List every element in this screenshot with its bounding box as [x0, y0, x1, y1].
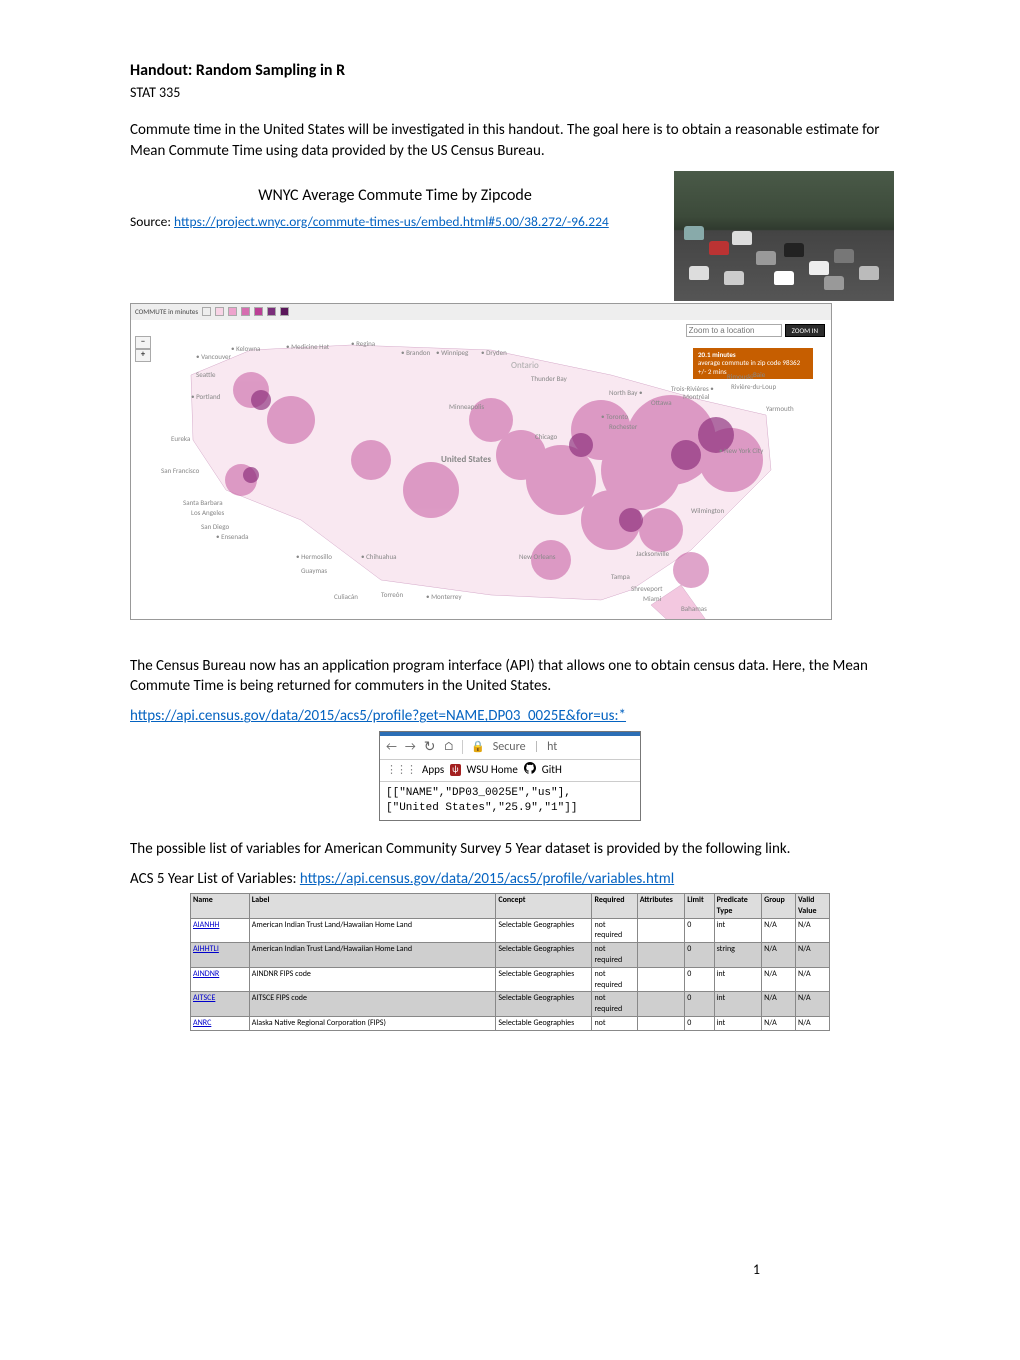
- table-row: AITSCE AITSCE FIPS codeSelectable Geograp…: [191, 992, 830, 1017]
- var-required: not required: [592, 943, 637, 968]
- var-limit: 0: [685, 918, 714, 943]
- var-group: N/A: [762, 992, 796, 1017]
- table-row: AINDNR AINDNR FIPS codeSelectable Geograp…: [191, 967, 830, 992]
- th-concept: Concept: [496, 894, 592, 919]
- var-attributes: [637, 1016, 685, 1030]
- map-section-title: WNYC Average Commute Time by Zipcode: [165, 185, 625, 207]
- apps-label: Apps: [422, 763, 444, 778]
- var-group: N/A: [762, 967, 796, 992]
- commute-map[interactable]: COMMUTE in minutes − + ZOOM IN: [130, 303, 832, 620]
- var-label: American Indian Trust Land/Hawaiian Home…: [249, 918, 496, 943]
- url-fragment: ht: [547, 739, 557, 755]
- th-predicate-type: Predicate Type: [714, 894, 762, 919]
- var-name-link[interactable]: AITSCE: [193, 993, 215, 1003]
- th-attributes: Attributes: [637, 894, 685, 919]
- lock-icon: 🔒: [471, 740, 485, 755]
- table-row: ANRC Alaska Native Regional Corporation (…: [191, 1016, 830, 1030]
- var-concept: Selectable Geographies: [496, 918, 592, 943]
- var-valid: N/A: [796, 992, 830, 1017]
- var-limit: 0: [685, 992, 714, 1017]
- var-attributes: [637, 992, 685, 1017]
- table-header-row: Name Label Concept Required Attributes L…: [191, 894, 830, 919]
- secure-label: Secure: [493, 739, 526, 755]
- home-icon[interactable]: ⌂: [443, 739, 454, 755]
- traffic-photo: [674, 171, 894, 301]
- github-bookmark-label[interactable]: GitH: [542, 763, 562, 778]
- variables-table: Name Label Concept Required Attributes L…: [190, 893, 830, 1031]
- var-valid: N/A: [796, 1016, 830, 1030]
- apps-grid-icon[interactable]: ⋮⋮⋮: [386, 763, 416, 778]
- var-required: not: [592, 1016, 637, 1030]
- var-name-link[interactable]: AIANHH: [193, 920, 219, 930]
- var-label: AINDNR FIPS code: [249, 967, 496, 992]
- th-name: Name: [191, 894, 250, 919]
- api-paragraph: The Census Bureau now has an application…: [130, 656, 890, 697]
- page-title: Handout: Random Sampling in R: [130, 60, 890, 82]
- var-concept: Selectable Geographies: [496, 1016, 592, 1030]
- source-label: Source:: [130, 213, 174, 230]
- var-attributes: [637, 967, 685, 992]
- github-icon[interactable]: [524, 762, 536, 779]
- var-name-link[interactable]: AINDNR: [193, 969, 219, 979]
- back-arrow-icon[interactable]: ←: [386, 739, 397, 755]
- var-name-link[interactable]: AIHHTLI: [193, 944, 219, 954]
- var-attributes: [637, 943, 685, 968]
- var-required: not required: [592, 992, 637, 1017]
- var-predicate-type: int: [714, 992, 762, 1017]
- table-row: AIANHH American Indian Trust Land/Hawaiia…: [191, 918, 830, 943]
- var-limit: 0: [685, 967, 714, 992]
- var-group: N/A: [762, 1016, 796, 1030]
- var-concept: Selectable Geographies: [496, 943, 592, 968]
- var-limit: 0: [685, 943, 714, 968]
- variables-paragraph: The possible list of variables for Ameri…: [130, 839, 890, 859]
- api-response-json: [["NAME","DP03_0025E","us"], ["United St…: [380, 782, 640, 820]
- intro-paragraph: Commute time in the United States will b…: [130, 120, 890, 161]
- course-code: STAT 335: [130, 84, 890, 103]
- source-line: Source: https://project.wnyc.org/commute…: [130, 213, 660, 231]
- var-required: not required: [592, 967, 637, 992]
- var-label: Alaska Native Regional Corporation (FIPS…: [249, 1016, 496, 1030]
- wsu-bookmark-icon[interactable]: ψ: [450, 764, 460, 776]
- acs-link-line: ACS 5 Year List of Variables: https://ap…: [130, 869, 890, 889]
- forward-arrow-icon[interactable]: →: [405, 739, 416, 755]
- var-predicate-type: int: [714, 918, 762, 943]
- acs-variables-link[interactable]: https://api.census.gov/data/2015/acs5/pr…: [300, 870, 674, 888]
- th-label: Label: [249, 894, 496, 919]
- map-city-labels: Ontario United States • Kelowna • Medici…: [131, 304, 831, 619]
- table-row: AIHHTLI American Indian Trust Land/Hawaii…: [191, 943, 830, 968]
- th-group: Group: [762, 894, 796, 919]
- source-link[interactable]: https://project.wnyc.org/commute-times-u…: [174, 213, 609, 230]
- var-predicate-type: string: [714, 943, 762, 968]
- var-predicate-type: int: [714, 967, 762, 992]
- wsu-bookmark-label[interactable]: WSU Home: [467, 763, 518, 778]
- page-number: 1: [753, 1261, 760, 1280]
- var-valid: N/A: [796, 943, 830, 968]
- var-label: AITSCE FIPS code: [249, 992, 496, 1017]
- var-label: American Indian Trust Land/Hawaiian Home…: [249, 943, 496, 968]
- var-limit: 0: [685, 1016, 714, 1030]
- browser-snippet: ← → ↻ ⌂ 🔒 Secure | ht ⋮⋮⋮ Apps ψ WSU Hom…: [379, 731, 641, 821]
- th-valid-value: Valid Value: [796, 894, 830, 919]
- api-url-link[interactable]: https://api.census.gov/data/2015/acs5/pr…: [130, 707, 626, 725]
- var-required: not required: [592, 918, 637, 943]
- var-concept: Selectable Geographies: [496, 967, 592, 992]
- var-valid: N/A: [796, 967, 830, 992]
- th-required: Required: [592, 894, 637, 919]
- var-valid: N/A: [796, 918, 830, 943]
- var-predicate-type: int: [714, 1016, 762, 1030]
- var-name-link[interactable]: ANRC: [193, 1018, 211, 1028]
- var-attributes: [637, 918, 685, 943]
- var-group: N/A: [762, 943, 796, 968]
- var-concept: Selectable Geographies: [496, 992, 592, 1017]
- var-group: N/A: [762, 918, 796, 943]
- reload-icon[interactable]: ↻: [424, 738, 436, 757]
- acs-label: ACS 5 Year List of Variables:: [130, 870, 300, 888]
- th-limit: Limit: [685, 894, 714, 919]
